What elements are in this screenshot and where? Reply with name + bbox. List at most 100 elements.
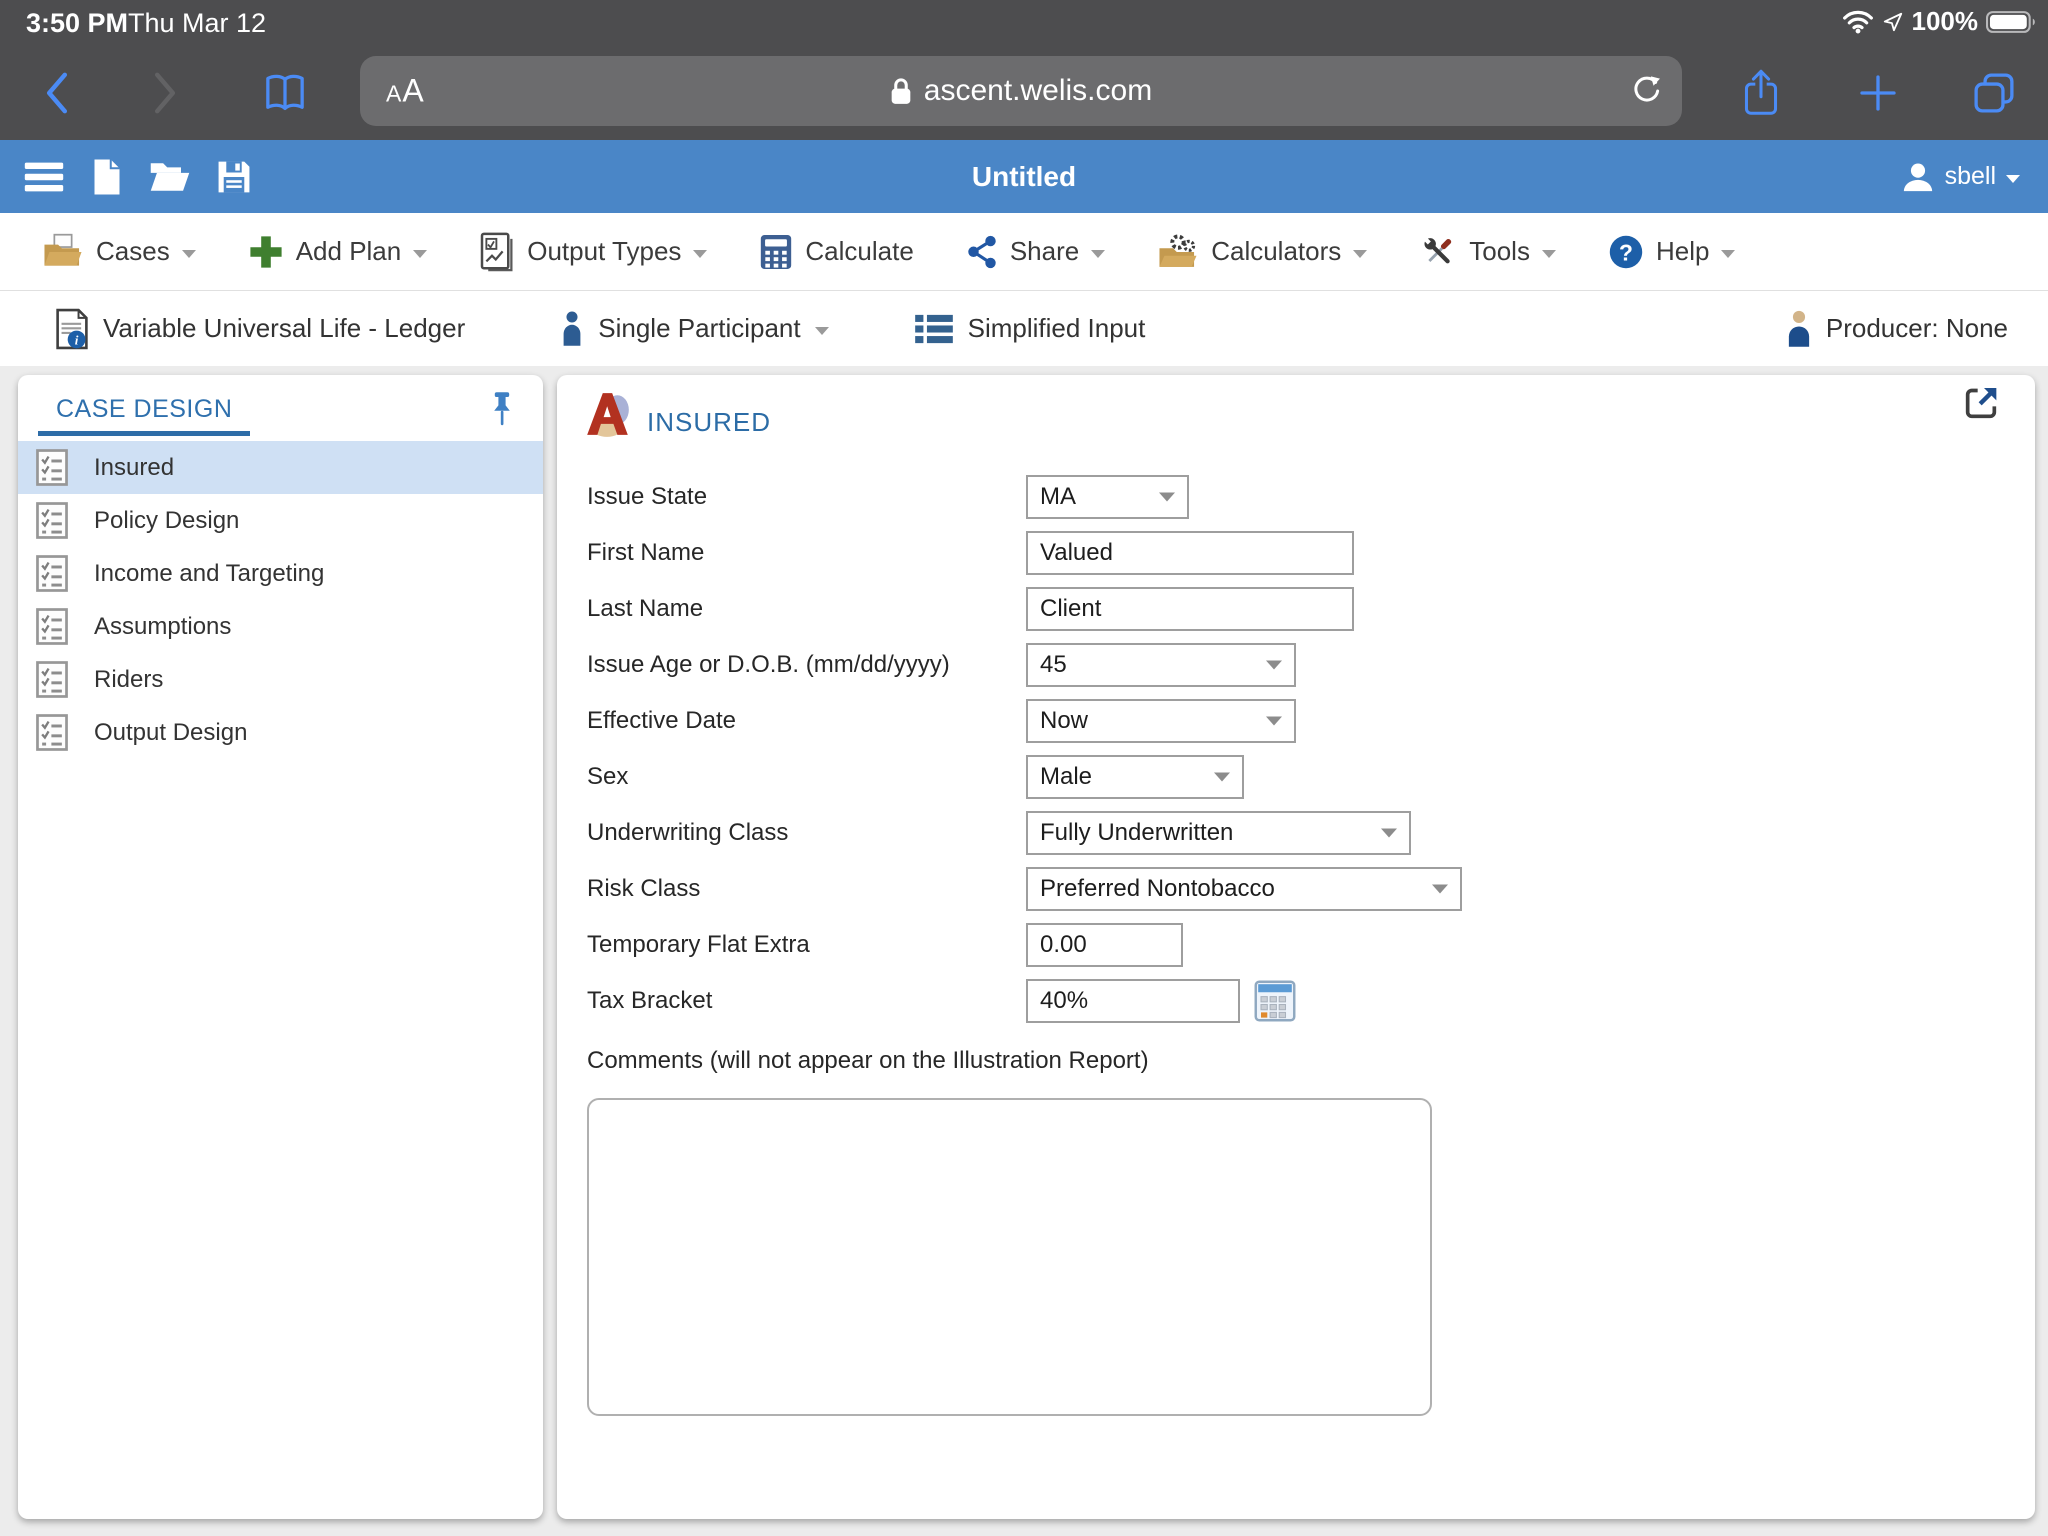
participant-mode-selector[interactable]: Single Participant <box>560 310 828 348</box>
sidebar-item-label: Riders <box>94 666 163 694</box>
field-label: Underwriting Class <box>587 819 1026 847</box>
producer-selector[interactable]: Producer: None <box>1786 310 2008 348</box>
sidebar-item-policy-design[interactable]: Policy Design <box>18 494 543 547</box>
checklist-icon <box>36 449 68 486</box>
battery-percent: 100% <box>1912 6 1979 37</box>
browser-topbar: 3:50 PM Thu Mar 12 100% <box>0 0 2048 140</box>
reload-icon[interactable] <box>1630 75 1662 107</box>
help-question-icon: ? <box>1608 234 1644 270</box>
sidebar-item-assumptions[interactable]: Assumptions <box>18 600 543 653</box>
select-value: Fully Underwritten <box>1040 819 1233 847</box>
chevron-down-icon <box>1266 717 1282 726</box>
sidebar-item-label: Insured <box>94 454 174 482</box>
underwriting-class-select[interactable]: Fully Underwritten <box>1026 811 1411 855</box>
menu-item-tools[interactable]: Tools <box>1419 233 1556 271</box>
menu-item-share[interactable]: Share <box>966 235 1105 269</box>
pin-icon[interactable] <box>487 391 517 427</box>
document-title: Untitled <box>0 161 2048 193</box>
single-participant-icon <box>560 310 584 348</box>
producer-label: Producer: None <box>1826 313 2008 344</box>
external-link-icon[interactable] <box>1961 383 2001 423</box>
menu-bar: Cases Add Plan Output Types <box>0 213 2048 291</box>
lock-icon <box>890 77 912 105</box>
input-mode-indicator[interactable]: Simplified Input <box>914 313 1146 345</box>
wifi-icon <box>1842 10 1874 34</box>
add-plan-plus-icon <box>248 234 284 270</box>
chevron-down-icon <box>815 327 829 335</box>
sex-select[interactable]: Male <box>1026 755 1244 799</box>
back-icon[interactable] <box>44 72 70 114</box>
context-bar: i Variable Universal Life - Ledger Singl… <box>0 291 2048 366</box>
effective-date-select[interactable]: Now <box>1026 699 1296 743</box>
panel-title: INSURED <box>647 407 771 438</box>
last-name-input[interactable] <box>1026 587 1354 631</box>
menu-item-calculators[interactable]: Calculators <box>1157 233 1367 271</box>
select-value: MA <box>1040 483 1076 511</box>
status-date: Thu Mar 12 <box>128 8 266 39</box>
chevron-down-icon <box>1353 250 1367 258</box>
chevron-down-icon <box>693 250 707 258</box>
chevron-down-icon <box>1214 773 1230 782</box>
sidebar-item-label: Assumptions <box>94 613 231 641</box>
calculators-folder-icon <box>1157 233 1199 271</box>
comments-label: Comments (will not appear on the Illustr… <box>587 1047 1149 1075</box>
menu-item-label: Share <box>1010 236 1079 267</box>
screen: 3:50 PM Thu Mar 12 100% <box>0 0 2048 1536</box>
share-nodes-icon <box>966 235 998 269</box>
case-design-panel: CASE DESIGN Insured Policy Design <box>18 375 543 1519</box>
chevron-down-icon <box>1432 885 1448 894</box>
temporary-flat-extra-input[interactable] <box>1026 923 1183 967</box>
first-name-input[interactable] <box>1026 531 1354 575</box>
sidebar-item-insured[interactable]: Insured <box>18 441 543 494</box>
sidebar-item-label: Output Design <box>94 719 247 747</box>
menu-item-label: Tools <box>1469 236 1530 267</box>
menu-item-cases[interactable]: Cases <box>42 233 196 271</box>
tools-wrench-screwdriver-icon <box>1419 233 1457 271</box>
form-row: First Name <box>587 531 1354 575</box>
cases-folder-icon <box>42 233 84 271</box>
producer-icon <box>1786 310 1812 348</box>
product-indicator[interactable]: i Variable Universal Life - Ledger <box>55 308 465 350</box>
location-arrow-icon <box>1882 11 1904 33</box>
comments-textarea[interactable] <box>587 1098 1432 1416</box>
menu-item-label: Add Plan <box>296 236 402 267</box>
menu-item-calculate[interactable]: Calculate <box>759 233 913 271</box>
sidebar-item-riders[interactable]: Riders <box>18 653 543 706</box>
calculator-button-icon[interactable] <box>1254 980 1296 1022</box>
bookmarks-icon[interactable] <box>262 73 308 113</box>
chevron-down-icon <box>1266 661 1282 670</box>
form-row: Issue Age or D.O.B. (mm/dd/yyyy) 45 <box>587 643 1296 687</box>
input-mode-label: Simplified Input <box>968 313 1146 344</box>
svg-text:i: i <box>75 332 79 347</box>
risk-class-select[interactable]: Preferred Nontobacco <box>1026 867 1462 911</box>
chevron-down-icon <box>1721 250 1735 258</box>
menu-item-output-types[interactable]: Output Types <box>479 232 707 272</box>
menu-item-add-plan[interactable]: Add Plan <box>248 234 428 270</box>
select-value: Now <box>1040 707 1088 735</box>
field-label: Temporary Flat Extra <box>587 931 1026 959</box>
user-menu[interactable]: sbell <box>1901 160 2020 194</box>
issue-state-select[interactable]: MA <box>1026 475 1189 519</box>
menu-item-label: Calculators <box>1211 236 1341 267</box>
tax-bracket-input[interactable] <box>1026 979 1240 1023</box>
chevron-down-icon <box>1091 250 1105 258</box>
sidebar-item-income-and-targeting[interactable]: Income and Targeting <box>18 547 543 600</box>
url-bar[interactable]: AA ascent.welis.com <box>360 56 1682 126</box>
checklist-icon <box>36 714 68 751</box>
product-label: Variable Universal Life - Ledger <box>103 313 465 344</box>
url-text: ascent.welis.com <box>924 74 1152 108</box>
new-tab-icon[interactable] <box>1858 73 1898 113</box>
sidebar-title-underline <box>38 431 250 436</box>
share-ios-icon[interactable] <box>1742 69 1780 117</box>
form-row: Underwriting Class Fully Underwritten <box>587 811 1411 855</box>
forward-icon[interactable] <box>152 72 178 114</box>
checklist-icon <box>36 502 68 539</box>
field-label: Effective Date <box>587 707 1026 735</box>
sidebar-item-output-design[interactable]: Output Design <box>18 706 543 759</box>
tabs-icon[interactable] <box>1972 71 2016 115</box>
issue-age-select[interactable]: 45 <box>1026 643 1296 687</box>
sidebar-item-label: Policy Design <box>94 507 239 535</box>
field-label: Risk Class <box>587 875 1026 903</box>
menu-item-help[interactable]: ? Help <box>1608 234 1735 270</box>
battery-icon <box>1986 9 2038 35</box>
